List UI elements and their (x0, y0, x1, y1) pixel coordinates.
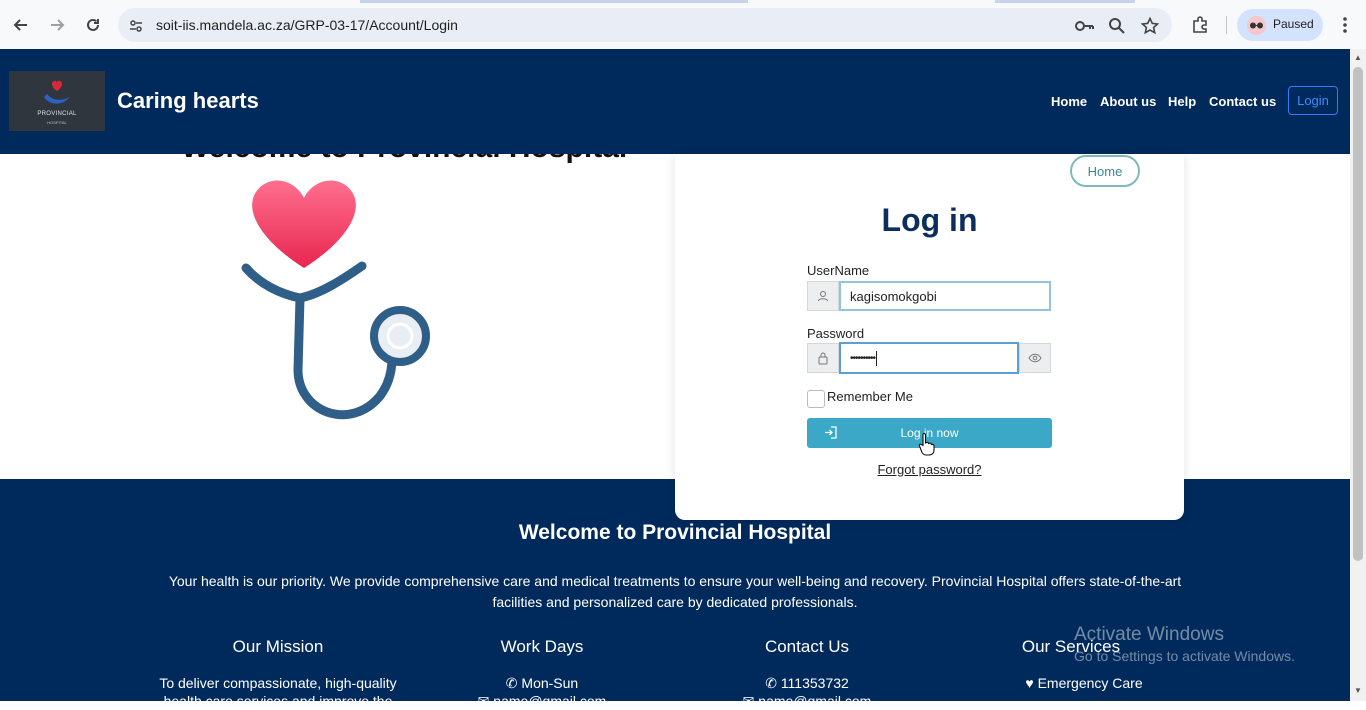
browser-menu-button[interactable] (1332, 12, 1358, 38)
tab-strip-edge (360, 0, 748, 3)
username-label: UserName (807, 263, 870, 278)
lock-icon (807, 343, 839, 373)
profile-button[interactable]: Paused (1237, 9, 1323, 41)
logo-subtext: HOSPITAL (47, 120, 67, 125)
forward-icon (51, 19, 65, 31)
password-label: Password (807, 326, 865, 341)
phone-icon: ✆ (505, 675, 518, 691)
tab-strip-edge (995, 0, 1135, 3)
login-icon (825, 426, 837, 439)
footer-mission-heading: Our Mission (232, 637, 324, 656)
username-input[interactable]: kagisomokgobi (839, 281, 1051, 311)
user-icon (807, 281, 839, 311)
menu-icon (1343, 17, 1347, 33)
reload-button[interactable] (80, 12, 106, 38)
heart-pulse-icon: ♥ (1025, 675, 1034, 691)
toolbar-divider (1226, 16, 1227, 34)
url-text[interactable]: soit-iis.mandela.ac.za/GRP-03-17/Account… (156, 17, 458, 33)
footer-description: Your health is our priority. We provide … (168, 573, 1182, 610)
remember-me-label[interactable]: Remember Me (827, 389, 913, 404)
footer-contact-email: ✉ name@gmail.com (677, 693, 937, 710)
login-title: Log in (881, 202, 978, 238)
profile-avatar (1247, 16, 1266, 35)
extensions-button[interactable] (1187, 12, 1213, 38)
site-title: Caring hearts (117, 88, 259, 113)
hand-cursor-icon (918, 432, 935, 456)
workdays-text: Mon-Sun (521, 675, 579, 691)
footer-services-item: ♥ Emergency Care (954, 675, 1214, 691)
remember-me-checkbox[interactable] (807, 390, 825, 408)
footer-contact-heading: Contact Us (764, 637, 850, 656)
logo-text: PROVINCIAL (37, 111, 77, 117)
site-header: PROVINCIAL HOSPITAL Caring hearts Home A… (0, 49, 1350, 154)
profile-status: Paused (1273, 17, 1314, 31)
toggle-password-button[interactable] (1019, 343, 1051, 373)
zoom-icon[interactable] (1107, 16, 1127, 36)
footer-workdays-heading: Work Days (500, 637, 584, 656)
site-info-icon[interactable] (126, 16, 146, 36)
card-home-button[interactable]: Home (1070, 155, 1140, 187)
star-icon[interactable] (1140, 16, 1160, 36)
contact-email-text: name@gmail.com (758, 693, 872, 709)
nav-about-us[interactable]: About us (1100, 94, 1156, 109)
nav-help[interactable]: Help (1168, 94, 1196, 109)
nav-home[interactable]: Home (1051, 94, 1087, 109)
text-caret (876, 350, 878, 366)
scroll-thumb[interactable] (1353, 67, 1363, 561)
forward-button[interactable] (44, 12, 70, 38)
heart-hand-icon (44, 80, 70, 104)
reload-icon (87, 18, 99, 31)
extensions-icon (1193, 16, 1207, 33)
footer-workdays-email: ✉ name@gmail.com (412, 693, 672, 710)
activate-windows-subtitle: Go to Settings to activate Windows. (1074, 648, 1295, 664)
scroll-down-icon[interactable]: ▼ (1353, 686, 1363, 696)
footer-title: Welcome to Provincial Hospital (518, 521, 832, 544)
scroll-up-icon[interactable]: ▲ (1353, 53, 1363, 63)
nav-contact-us[interactable]: Contact us (1209, 94, 1276, 109)
footer-mission-text: To deliver compassionate, high-quality (159, 675, 397, 691)
mail-icon: ✉ (742, 693, 755, 709)
stethoscope-heart-illustration (241, 180, 430, 420)
forgot-password-link[interactable]: Forgot password? (675, 462, 1184, 477)
footer-contact-phone: ✆ 111353732 (677, 675, 937, 692)
password-value: •••••••••• (850, 352, 876, 364)
header-login-button[interactable]: Login (1288, 86, 1338, 115)
activate-windows-title: Activate Windows (1074, 624, 1224, 645)
contact-phone-text: 111353732 (780, 675, 849, 691)
workdays-email-text: name@gmail.com (493, 693, 607, 709)
eye-icon (1028, 353, 1042, 363)
browser-toolbar: soit-iis.mandela.ac.za/GRP-03-17/Account… (0, 0, 1366, 50)
footer-workdays-item: ✆ Mon-Sun (412, 675, 672, 692)
mail-icon: ✉ (477, 693, 490, 709)
footer-mission-text-2: health care services and improve the (163, 693, 393, 709)
login-card: Home Log in UserName kagisomokgobi Passw… (675, 154, 1184, 520)
address-bar[interactable]: soit-iis.mandela.ac.za/GRP-03-17/Account… (118, 8, 1172, 42)
services-text: Emergency Care (1037, 675, 1143, 691)
back-icon (13, 19, 27, 31)
phone-icon: ✆ (765, 675, 777, 691)
back-button[interactable] (8, 12, 34, 38)
key-icon[interactable] (1075, 16, 1095, 36)
page-scrollbar[interactable]: ▲ ▼ (1350, 49, 1366, 701)
hospital-logo[interactable]: PROVINCIAL HOSPITAL (9, 71, 105, 131)
password-input[interactable]: •••••••••• (839, 342, 1019, 374)
